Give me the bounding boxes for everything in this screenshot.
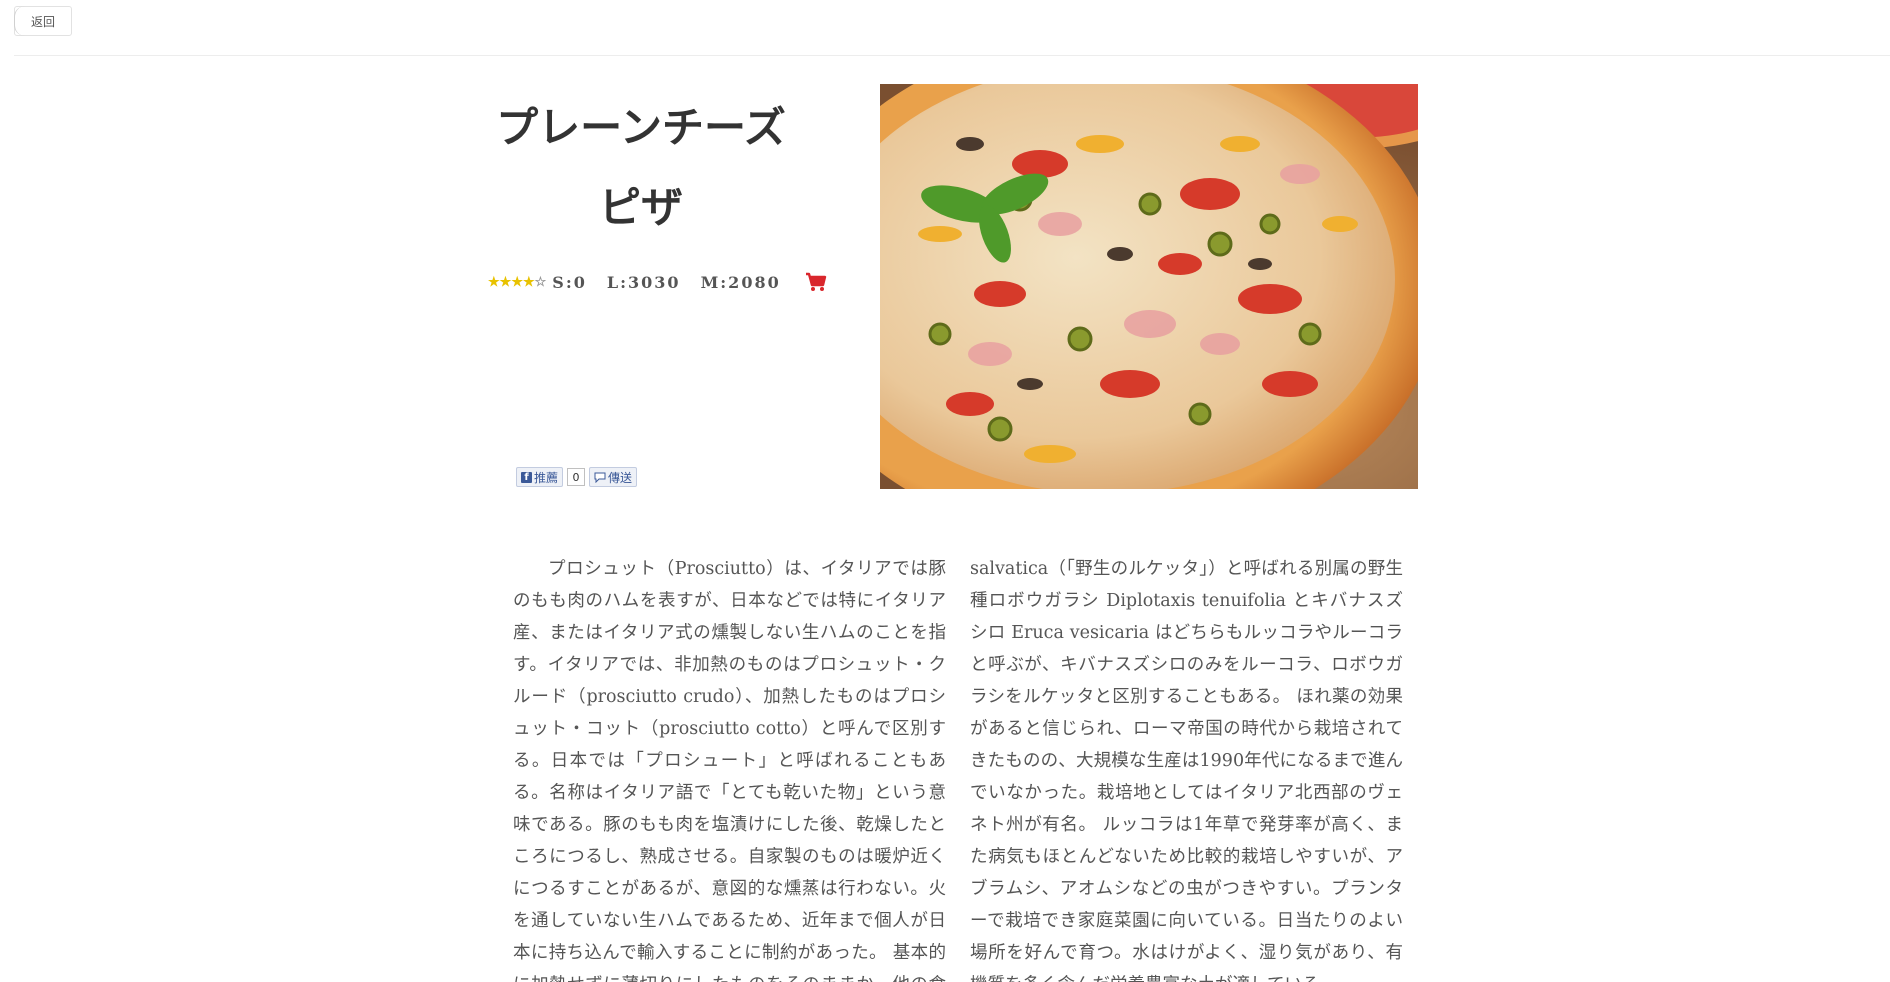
article-column-1: プロシュット（Prosciutto）は、イタリアでは豚のもも肉のハムを表すが、日… <box>513 559 946 982</box>
star-icon: ★ <box>499 274 512 290</box>
facebook-send-button[interactable]: 傳送 <box>589 467 638 487</box>
social-share-bar: f 推薦 0 傳送 <box>516 467 638 487</box>
product-title: プレーンチーズ ピザ <box>488 88 794 248</box>
product-meta: ★★★★☆ S:0 L:3030 M:2080 <box>488 268 827 296</box>
facebook-icon: f <box>521 471 532 483</box>
back-button[interactable]: 返回 <box>14 6 72 36</box>
send-label: 傳送 <box>608 470 633 485</box>
like-label: 推薦 <box>534 470 559 485</box>
cart-icon[interactable] <box>805 271 827 293</box>
star-outline-icon: ☆ <box>534 274 547 290</box>
price-small: S:0 <box>552 272 587 292</box>
price-medium: M:2080 <box>700 272 781 292</box>
star-icon: ★ <box>522 274 535 290</box>
product-title-line-2: ピザ <box>598 183 683 232</box>
rating-stars: ★★★★☆ <box>488 275 546 290</box>
pizza-photo <box>880 84 1418 489</box>
top-bar: 返回 <box>14 0 1890 56</box>
article-body: プロシュット（Prosciutto）は、イタリアでは豚のもも肉のハムを表すが、日… <box>513 553 1403 982</box>
speech-bubble-icon <box>594 472 606 483</box>
article-column-2: salvatica（「野生のルケッタ」）と呼ばれる別属の野生種ロボウガラシ Di… <box>970 559 1403 982</box>
star-icon: ★ <box>511 274 523 290</box>
price-large: L:3030 <box>606 272 681 292</box>
like-count: 0 <box>567 468 586 486</box>
product-title-line-1: プレーンチーズ <box>496 103 786 152</box>
star-icon: ★ <box>488 274 500 290</box>
facebook-like-button[interactable]: f 推薦 <box>516 467 564 487</box>
